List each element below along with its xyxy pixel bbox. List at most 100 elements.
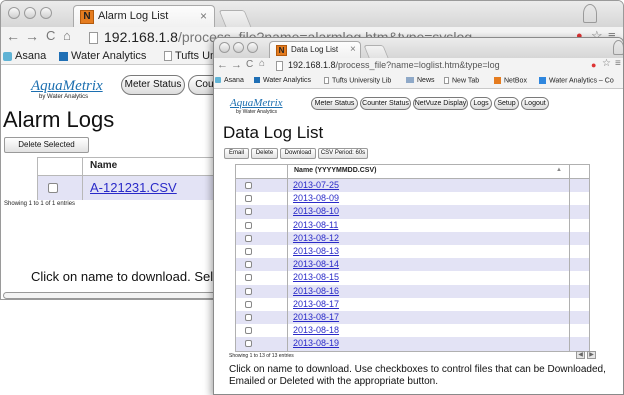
menu-icon[interactable]: ≡ xyxy=(615,58,621,69)
reload-icon[interactable]: C xyxy=(246,59,253,70)
horizontal-scrollbar[interactable] xyxy=(3,292,218,299)
row-checkbox[interactable] xyxy=(245,261,252,269)
file-link[interactable]: 2013-08-14 xyxy=(293,259,339,269)
page-title: Data Log List xyxy=(223,123,324,142)
back-close-window-button[interactable] xyxy=(8,7,20,19)
user-profile-icon[interactable] xyxy=(613,40,623,55)
bookmark-news[interactable]: News xyxy=(406,77,435,84)
row-checkbox[interactable] xyxy=(245,234,252,242)
back-arrow-icon[interactable]: ← xyxy=(6,28,20,44)
file-link[interactable]: 2013-07-25 xyxy=(293,180,339,190)
file-link[interactable]: 2013-08-13 xyxy=(293,246,339,256)
file-link[interactable]: 2013-08-16 xyxy=(293,286,339,296)
file-link[interactable]: 2013-08-19 xyxy=(293,338,339,348)
bookmark-asana[interactable]: Asana xyxy=(3,50,46,62)
bookmark-water-analytics-co[interactable]: Water Analytics – Co xyxy=(539,77,614,84)
back-arrow-icon[interactable]: ← xyxy=(217,59,228,71)
file-link[interactable]: 2013-08-09 xyxy=(293,193,339,203)
front-tab-data-log-list[interactable]: N Data Log List × xyxy=(269,41,361,58)
table-row: 2013-08-09 xyxy=(236,192,589,206)
extension-icon[interactable]: ● xyxy=(591,60,596,70)
file-link[interactable]: 2013-08-12 xyxy=(293,233,339,243)
bookmark-new-tab[interactable]: New Tab xyxy=(444,77,479,84)
row-checkbox[interactable] xyxy=(245,300,252,308)
close-tab-icon[interactable]: × xyxy=(200,9,207,23)
setup-button[interactable]: Setup xyxy=(494,97,519,110)
row-checkbox[interactable] xyxy=(245,208,252,216)
table-info: Showing 1 to 13 of 13 entries xyxy=(229,353,294,359)
file-link[interactable]: 2013-08-17 xyxy=(293,299,339,309)
bookmark-tufts[interactable]: Tufts University Lib xyxy=(324,77,391,84)
netbox-icon xyxy=(494,77,501,84)
email-button[interactable]: Email xyxy=(224,148,249,159)
front-minimize-window-button[interactable] xyxy=(233,42,244,53)
front-bookmarks-bar: Asana Water Analytics Tufts University L… xyxy=(214,75,623,89)
home-icon[interactable]: ⌂ xyxy=(63,28,71,43)
front-close-window-button[interactable] xyxy=(219,42,230,53)
meter-status-button[interactable]: Meter Status xyxy=(311,97,358,110)
pagination-previous-button[interactable]: ◀ xyxy=(576,351,585,359)
aquametrix-logo[interactable]: AquaMetrix by Water Analytics xyxy=(230,97,283,116)
logs-button[interactable]: Logs xyxy=(470,97,492,110)
name-column-header[interactable]: Name xyxy=(90,160,117,171)
back-titlebar: N Alarm Log List × xyxy=(1,1,623,27)
csv-period-button[interactable]: CSV Period: 60s xyxy=(318,148,368,159)
delete-button[interactable]: Delete xyxy=(251,148,278,159)
back-zoom-window-button[interactable] xyxy=(40,7,52,19)
counter-status-button[interactable]: Counter Status xyxy=(360,97,411,110)
bookmark-label: News xyxy=(417,77,435,84)
row-checkbox[interactable] xyxy=(245,195,252,203)
home-icon[interactable]: ⌂ xyxy=(259,58,265,69)
page-icon xyxy=(89,32,98,44)
bookmark-label: Asana xyxy=(224,77,244,84)
bookmark-netbox[interactable]: NetBox xyxy=(494,77,527,84)
sort-ascending-icon[interactable]: ▲ xyxy=(556,167,562,173)
back-tab-alarm-log-list[interactable]: N Alarm Log List × xyxy=(73,5,215,27)
row-checkbox[interactable] xyxy=(245,340,252,348)
bookmark-asana[interactable]: Asana xyxy=(215,77,244,84)
aquametrix-logo[interactable]: AquaMetrix by Water Analytics xyxy=(31,79,103,101)
new-tab-button[interactable] xyxy=(363,45,389,58)
row-checkbox[interactable] xyxy=(245,221,252,229)
name-column-header[interactable]: Name (YYYYMMDD.CSV) xyxy=(294,167,376,174)
file-link[interactable]: 2013-08-17 xyxy=(293,312,339,322)
back-minimize-window-button[interactable] xyxy=(24,7,36,19)
bookmark-water-analytics[interactable]: Water Analytics xyxy=(59,50,146,62)
netbox-favicon-icon: N xyxy=(276,45,287,56)
bookmark-label: NetBox xyxy=(504,77,527,85)
new-tab-button[interactable] xyxy=(218,10,252,27)
page-icon xyxy=(164,51,172,62)
logo-text: AquaMetrix xyxy=(230,97,283,109)
address-bar[interactable]: 192.168.1.8/process_file?name=loglist.ht… xyxy=(288,60,500,70)
bookmark-label: Water Analytics xyxy=(71,50,147,62)
netvuze-display-button[interactable]: NetVuze Display xyxy=(413,97,468,110)
meter-status-button[interactable]: Meter Status xyxy=(121,75,185,95)
user-profile-icon[interactable] xyxy=(583,4,597,23)
row-checkbox[interactable] xyxy=(245,248,252,255)
download-button[interactable]: Download xyxy=(280,148,316,159)
file-link[interactable]: A-121231.CSV xyxy=(90,180,177,195)
pagination-next-button[interactable]: ▶ xyxy=(587,351,596,359)
forward-arrow-icon[interactable]: → xyxy=(231,59,242,71)
logo-subtext: by Water Analytics xyxy=(39,94,89,100)
close-tab-icon[interactable]: × xyxy=(350,44,356,55)
file-link[interactable]: 2013-08-15 xyxy=(293,272,339,282)
bookmark-star-icon[interactable]: ☆ xyxy=(602,58,611,69)
file-link[interactable]: 2013-08-11 xyxy=(293,220,338,230)
bookmark-water-analytics[interactable]: Water Analytics xyxy=(254,77,311,84)
logout-button[interactable]: Logout xyxy=(521,97,549,110)
row-checkbox[interactable] xyxy=(245,287,252,295)
page-icon xyxy=(444,77,449,84)
forward-arrow-icon[interactable]: → xyxy=(25,28,39,44)
row-checkbox[interactable] xyxy=(245,274,252,282)
file-link[interactable]: 2013-08-18 xyxy=(293,325,339,335)
row-checkbox[interactable] xyxy=(48,183,58,193)
row-checkbox[interactable] xyxy=(245,182,252,189)
row-checkbox[interactable] xyxy=(245,327,252,335)
row-checkbox[interactable] xyxy=(245,314,252,321)
reload-icon[interactable]: C xyxy=(46,28,55,43)
asana-icon xyxy=(215,77,221,84)
front-zoom-window-button[interactable] xyxy=(247,42,258,53)
file-link[interactable]: 2013-08-10 xyxy=(293,206,339,216)
delete-selected-button[interactable]: Delete Selected xyxy=(4,137,89,153)
